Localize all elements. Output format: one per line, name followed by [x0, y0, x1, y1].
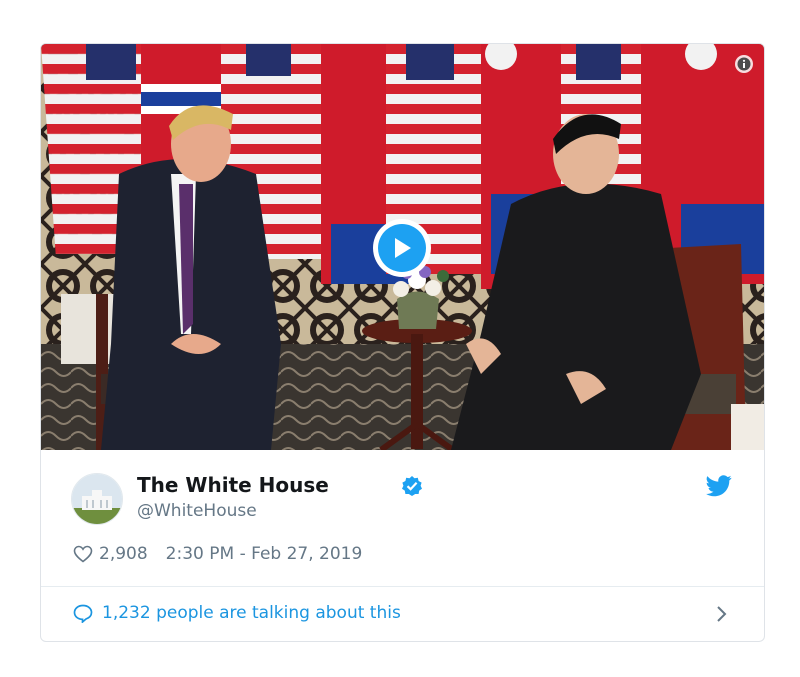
- conversation-link[interactable]: 1,232 people are talking about this: [41, 587, 764, 641]
- heart-icon[interactable]: [73, 545, 93, 563]
- author-name[interactable]: The White House: [137, 473, 329, 497]
- tweet-meta: 2,908 2:30 PM - Feb 27, 2019: [73, 544, 362, 564]
- play-icon: [378, 224, 426, 272]
- tweet-timestamp[interactable]: 2:30 PM - Feb 27, 2019: [166, 544, 363, 564]
- conversation-count-label[interactable]: 1,232 people are talking about this: [102, 603, 401, 623]
- tweet-author-header: The White House @WhiteHouse: [71, 471, 731, 527]
- play-button[interactable]: [373, 219, 431, 277]
- verified-badge-icon: [401, 475, 423, 497]
- twitter-bird-icon[interactable]: [706, 475, 732, 497]
- info-icon[interactable]: [735, 55, 753, 73]
- avatar[interactable]: [71, 473, 123, 525]
- video-thumbnail[interactable]: [41, 44, 764, 450]
- author-handle[interactable]: @WhiteHouse: [137, 501, 257, 521]
- like-count[interactable]: 2,908: [99, 544, 148, 564]
- speech-bubble-icon: [73, 604, 93, 623]
- chevron-right-icon[interactable]: [716, 605, 728, 623]
- embedded-tweet-card[interactable]: The White House @WhiteHouse 2,908 2:30 P…: [40, 43, 765, 642]
